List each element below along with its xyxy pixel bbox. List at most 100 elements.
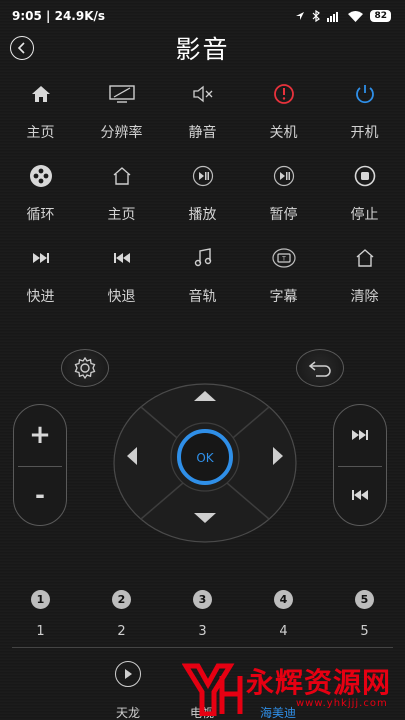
number-label: 1 — [36, 624, 45, 639]
power-on-icon — [355, 85, 374, 104]
number-dot: 1 — [31, 590, 50, 609]
function-row-2: 循环 主页 播放 暂停 停止 — [0, 160, 405, 242]
play-icon — [125, 669, 132, 679]
number-button-3[interactable]: 3 3 — [162, 590, 243, 639]
return-icon — [308, 361, 331, 377]
mute-label: 静音 — [188, 125, 217, 141]
rewind-label: 快退 — [107, 289, 136, 305]
function-row-1: 主页 分辨率 静音 关机 开机 — [0, 78, 405, 160]
bluetooth-icon — [313, 10, 321, 22]
status-left: 9:05 | 24.9K/s — [12, 9, 106, 23]
next-track-button[interactable] — [334, 405, 386, 465]
volume-control: + - — [13, 404, 67, 526]
signal-icon — [327, 11, 339, 22]
power-on-label: 开机 — [350, 125, 379, 141]
pause-icon — [273, 165, 294, 187]
bottom-play-button[interactable] — [115, 661, 141, 687]
settings-button[interactable] — [61, 349, 109, 387]
mute-icon — [192, 85, 212, 103]
function-grid: 主页 分辨率 静音 关机 开机 循环 主页 播放 暂停 停止 快进 快退 音轨 … — [0, 78, 405, 324]
number-dot: 2 — [112, 590, 131, 609]
pause-label: 暂停 — [269, 207, 298, 223]
home-label: 主页 — [26, 125, 55, 141]
home-outline-icon — [113, 167, 130, 185]
device-tab-tianlong[interactable]: 天龙 — [116, 704, 140, 720]
screen-resolution-icon — [108, 85, 135, 103]
power-off-button[interactable]: 关机 — [243, 78, 324, 160]
resolution-label: 分辨率 — [100, 125, 143, 141]
track-control — [333, 404, 387, 526]
stop-icon — [354, 165, 375, 187]
stop-label: 停止 — [350, 207, 379, 223]
volume-up-button[interactable]: + — [14, 405, 66, 465]
play-button[interactable]: 播放 — [162, 160, 243, 242]
skip-previous-icon — [352, 490, 368, 500]
status-bar: 9:05 | 24.9K/s 82 — [0, 0, 405, 32]
home-filled-icon — [31, 86, 50, 102]
stop-button[interactable]: 停止 — [324, 160, 405, 242]
number-button-5[interactable]: 5 5 — [324, 590, 405, 639]
page-title: 影音 — [175, 35, 230, 64]
watermark-logo — [182, 663, 243, 716]
resolution-button[interactable]: 分辨率 — [81, 78, 162, 160]
volume-down-button[interactable]: - — [14, 465, 66, 525]
svg-text:T: T — [281, 256, 286, 263]
number-row: 1 1 2 2 3 3 4 4 5 5 — [0, 590, 405, 639]
loop-button[interactable]: 循环 — [0, 160, 81, 242]
pause-button[interactable]: 暂停 — [243, 160, 324, 242]
watermark-text: 永辉资源网 — [246, 666, 392, 699]
ok-button[interactable]: OK — [170, 422, 240, 492]
number-label: 2 — [117, 624, 126, 639]
number-dot: 4 — [274, 590, 293, 609]
number-dot: 5 — [355, 590, 374, 609]
audio-track-label: 音轨 — [188, 289, 217, 305]
subtitle-label: 字幕 — [269, 289, 298, 305]
rewind-icon — [113, 253, 130, 263]
gear-icon — [74, 356, 96, 380]
number-button-4[interactable]: 4 4 — [243, 590, 324, 639]
rewind-button[interactable]: 快退 — [81, 242, 162, 324]
power-off-icon — [273, 84, 294, 104]
track-divider — [338, 466, 382, 467]
battery-icon: 82 — [370, 10, 391, 22]
home-button[interactable]: 主页 — [0, 78, 81, 160]
status-right: 82 — [295, 10, 391, 22]
home-outline-icon — [356, 249, 373, 267]
subtitle-icon: T — [271, 248, 296, 268]
power-on-button[interactable]: 开机 — [324, 78, 405, 160]
wifi-icon — [348, 10, 364, 22]
volume-down-label: - — [35, 481, 45, 509]
audio-track-button[interactable]: 音轨 — [162, 242, 243, 324]
number-label: 4 — [279, 624, 288, 639]
header: 影音 — [0, 30, 405, 66]
play-label: 播放 — [188, 207, 217, 223]
volume-divider — [18, 466, 62, 467]
prev-track-button[interactable] — [334, 465, 386, 525]
fast-forward-icon — [32, 253, 49, 263]
device-tab-himedia[interactable]: 海美迪 — [260, 704, 296, 720]
number-dot: 3 — [193, 590, 212, 609]
number-button-2[interactable]: 2 2 — [81, 590, 162, 639]
play-pause-icon — [192, 165, 213, 187]
clear-label: 清除 — [350, 289, 379, 305]
number-label: 5 — [360, 624, 369, 639]
fast-forward-button[interactable]: 快进 — [0, 242, 81, 324]
mute-button[interactable]: 静音 — [162, 78, 243, 160]
home-outline-button[interactable]: 主页 — [81, 160, 162, 242]
clear-button[interactable]: 清除 — [324, 242, 405, 324]
watermark-url: www.yhkjjj.com — [296, 698, 388, 709]
status-time: 9:05 — [12, 9, 42, 23]
music-note-icon — [194, 248, 211, 267]
subtitle-button[interactable]: T 字幕 — [243, 242, 324, 324]
fast-forward-label: 快进 — [26, 289, 55, 305]
home-outline-label: 主页 — [107, 207, 136, 223]
function-row-3: 快进 快退 音轨 T 字幕 清除 — [0, 242, 405, 324]
number-button-1[interactable]: 1 1 — [0, 590, 81, 639]
ok-label: OK — [196, 451, 214, 465]
location-icon — [296, 12, 305, 20]
power-off-label: 关机 — [269, 125, 298, 141]
return-button[interactable] — [296, 349, 344, 387]
loop-label: 循环 — [26, 207, 55, 223]
dpad: OK — [113, 383, 297, 543]
loop-icon — [29, 165, 52, 187]
